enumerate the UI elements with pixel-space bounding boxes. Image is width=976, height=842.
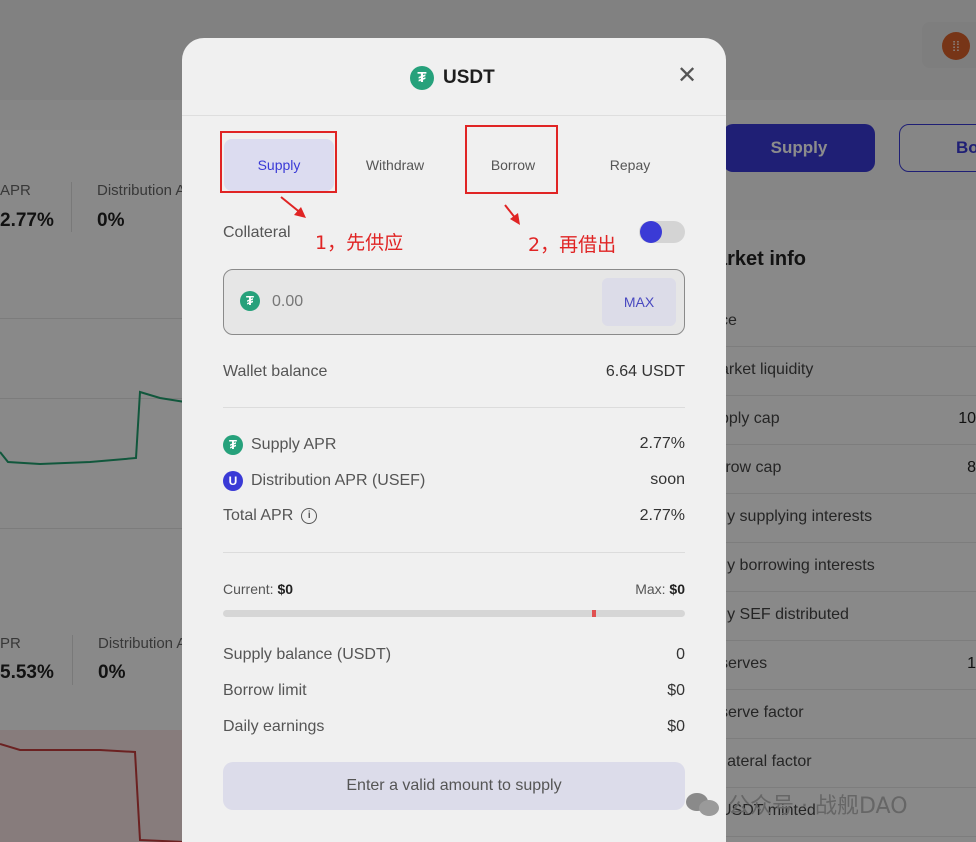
info-icon[interactable]: i bbox=[301, 508, 318, 524]
total-apr-value: 2.77% bbox=[639, 507, 685, 524]
submit-supply-button[interactable]: Enter a valid amount to supply bbox=[223, 762, 685, 810]
wechat-icon bbox=[686, 791, 720, 817]
amount-field: ₮ MAX bbox=[223, 269, 685, 335]
max-value: $0 bbox=[669, 581, 685, 597]
borrow-limit-value: $0 bbox=[667, 682, 685, 699]
max-group: Max: $0 bbox=[635, 581, 685, 597]
total-apr-label-group: Total APR i bbox=[223, 507, 318, 525]
watermark: 公众号 · 战舰DAO bbox=[686, 788, 908, 820]
modal-title-group: ₮ USDT bbox=[410, 66, 495, 90]
supply-apr-label-group: ₮ Supply APR bbox=[223, 435, 336, 455]
max-button[interactable]: MAX bbox=[602, 278, 676, 326]
close-icon[interactable]: ✕ bbox=[676, 64, 698, 88]
total-apr-label: Total APR bbox=[223, 507, 294, 524]
annotation-arrow-icon bbox=[280, 196, 306, 218]
usdt-token-icon: ₮ bbox=[223, 435, 243, 455]
annotation-box-supply bbox=[220, 131, 337, 193]
distribution-apr-value: soon bbox=[650, 471, 685, 488]
usdt-token-icon: ₮ bbox=[240, 291, 260, 311]
supply-apr-label: Supply APR bbox=[251, 436, 337, 453]
current-value: $0 bbox=[277, 581, 294, 597]
limit-progress-marker bbox=[591, 610, 596, 617]
annotation-step-1: 1，先供应 bbox=[315, 232, 404, 254]
annotation-box-borrow bbox=[465, 125, 558, 194]
watermark-text: 公众号 · 战舰DAO bbox=[728, 794, 908, 819]
supply-apr-value: 2.77% bbox=[639, 435, 685, 452]
usef-token-icon: U bbox=[223, 471, 243, 491]
wallet-balance-label: Wallet balance bbox=[223, 363, 328, 380]
collateral-label: Collateral bbox=[223, 224, 291, 241]
distribution-apr-label: Distribution APR (USEF) bbox=[251, 472, 426, 489]
toggle-knob bbox=[640, 221, 662, 243]
divider bbox=[223, 552, 685, 553]
amount-input[interactable] bbox=[272, 286, 592, 318]
tab-withdraw[interactable]: Withdraw bbox=[340, 139, 450, 191]
wallet-balance-value: 6.64 USDT bbox=[605, 363, 685, 380]
current-group: Current: $0 bbox=[223, 581, 293, 597]
tab-repay[interactable]: Repay bbox=[575, 139, 685, 191]
daily-earnings-value: $0 bbox=[667, 718, 685, 735]
supply-balance-value: 0 bbox=[676, 646, 685, 663]
annotation-arrow-icon bbox=[504, 204, 520, 225]
divider bbox=[223, 407, 685, 408]
max-label: Max: bbox=[635, 581, 666, 597]
distribution-apr-label-group: U Distribution APR (USEF) bbox=[223, 471, 425, 491]
supply-balance-label: Supply balance (USDT) bbox=[223, 646, 392, 663]
limit-progress-bar bbox=[223, 610, 685, 617]
modal-header: ₮ USDT ✕ bbox=[182, 38, 726, 116]
daily-earnings-label: Daily earnings bbox=[223, 718, 325, 735]
current-label: Current: bbox=[223, 581, 274, 597]
borrow-limit-label: Borrow limit bbox=[223, 682, 307, 699]
modal-title: USDT bbox=[443, 67, 495, 88]
usdt-token-icon: ₮ bbox=[410, 66, 434, 90]
annotation-step-2: 2，再借出 bbox=[528, 234, 617, 256]
collateral-toggle[interactable] bbox=[639, 221, 685, 243]
